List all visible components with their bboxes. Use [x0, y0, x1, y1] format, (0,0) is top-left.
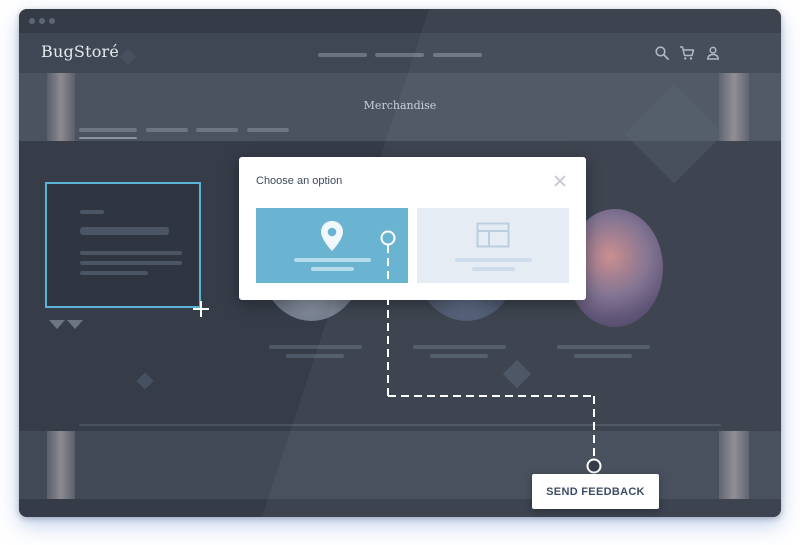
search-icon[interactable]	[654, 45, 670, 61]
product-title	[269, 345, 362, 349]
decorative-pillar	[719, 431, 749, 499]
window-control-dot[interactable]	[49, 18, 55, 24]
option-location[interactable]	[256, 208, 408, 283]
category-tab[interactable]	[196, 128, 238, 132]
brand-logo[interactable]: BugStoré	[41, 42, 119, 61]
decorative-pillar	[47, 73, 75, 141]
block-label	[80, 210, 104, 214]
browser-window: BugStoré Merchandise Choose an option	[19, 9, 781, 517]
product-title	[413, 345, 506, 349]
category-tab-underline	[79, 137, 137, 139]
layout-icon	[476, 222, 510, 248]
site-header: BugStoré	[19, 33, 781, 73]
category-tab[interactable]	[146, 128, 188, 132]
block-heading	[80, 227, 169, 235]
decorative-pillar	[47, 431, 75, 499]
page-title: Merchandise	[363, 99, 437, 112]
product-price	[430, 354, 488, 358]
option-line	[472, 267, 515, 271]
nav-link[interactable]	[375, 53, 424, 57]
option-line	[455, 258, 532, 262]
choose-option-dialog: Choose an option	[239, 157, 586, 300]
window-title-bar	[19, 9, 781, 33]
block-line	[80, 251, 182, 255]
send-feedback-button[interactable]: SEND FEEDBACK	[532, 474, 659, 509]
product-title	[557, 345, 650, 349]
nav-link[interactable]	[433, 53, 482, 57]
window-control-dot[interactable]	[29, 18, 35, 24]
user-icon[interactable]	[705, 45, 721, 61]
option-line	[311, 267, 354, 271]
expand-arrows-icon[interactable]	[49, 320, 89, 330]
decorative-pillar	[719, 73, 749, 141]
option-layout[interactable]	[417, 208, 569, 283]
category-tab[interactable]	[79, 128, 137, 132]
close-icon[interactable]	[553, 174, 567, 188]
product-price	[574, 354, 632, 358]
product-price	[286, 354, 344, 358]
window-control-dot[interactable]	[39, 18, 45, 24]
block-line	[80, 261, 182, 265]
block-line	[80, 271, 148, 275]
section-divider	[79, 424, 721, 426]
cart-icon[interactable]	[679, 45, 695, 61]
nav-link[interactable]	[318, 53, 367, 57]
dialog-title: Choose an option	[256, 175, 343, 187]
footer-bar	[19, 499, 781, 517]
category-tab[interactable]	[247, 128, 289, 132]
selected-content-block[interactable]	[45, 182, 201, 308]
location-pin-icon	[321, 221, 343, 251]
option-line	[294, 258, 371, 262]
